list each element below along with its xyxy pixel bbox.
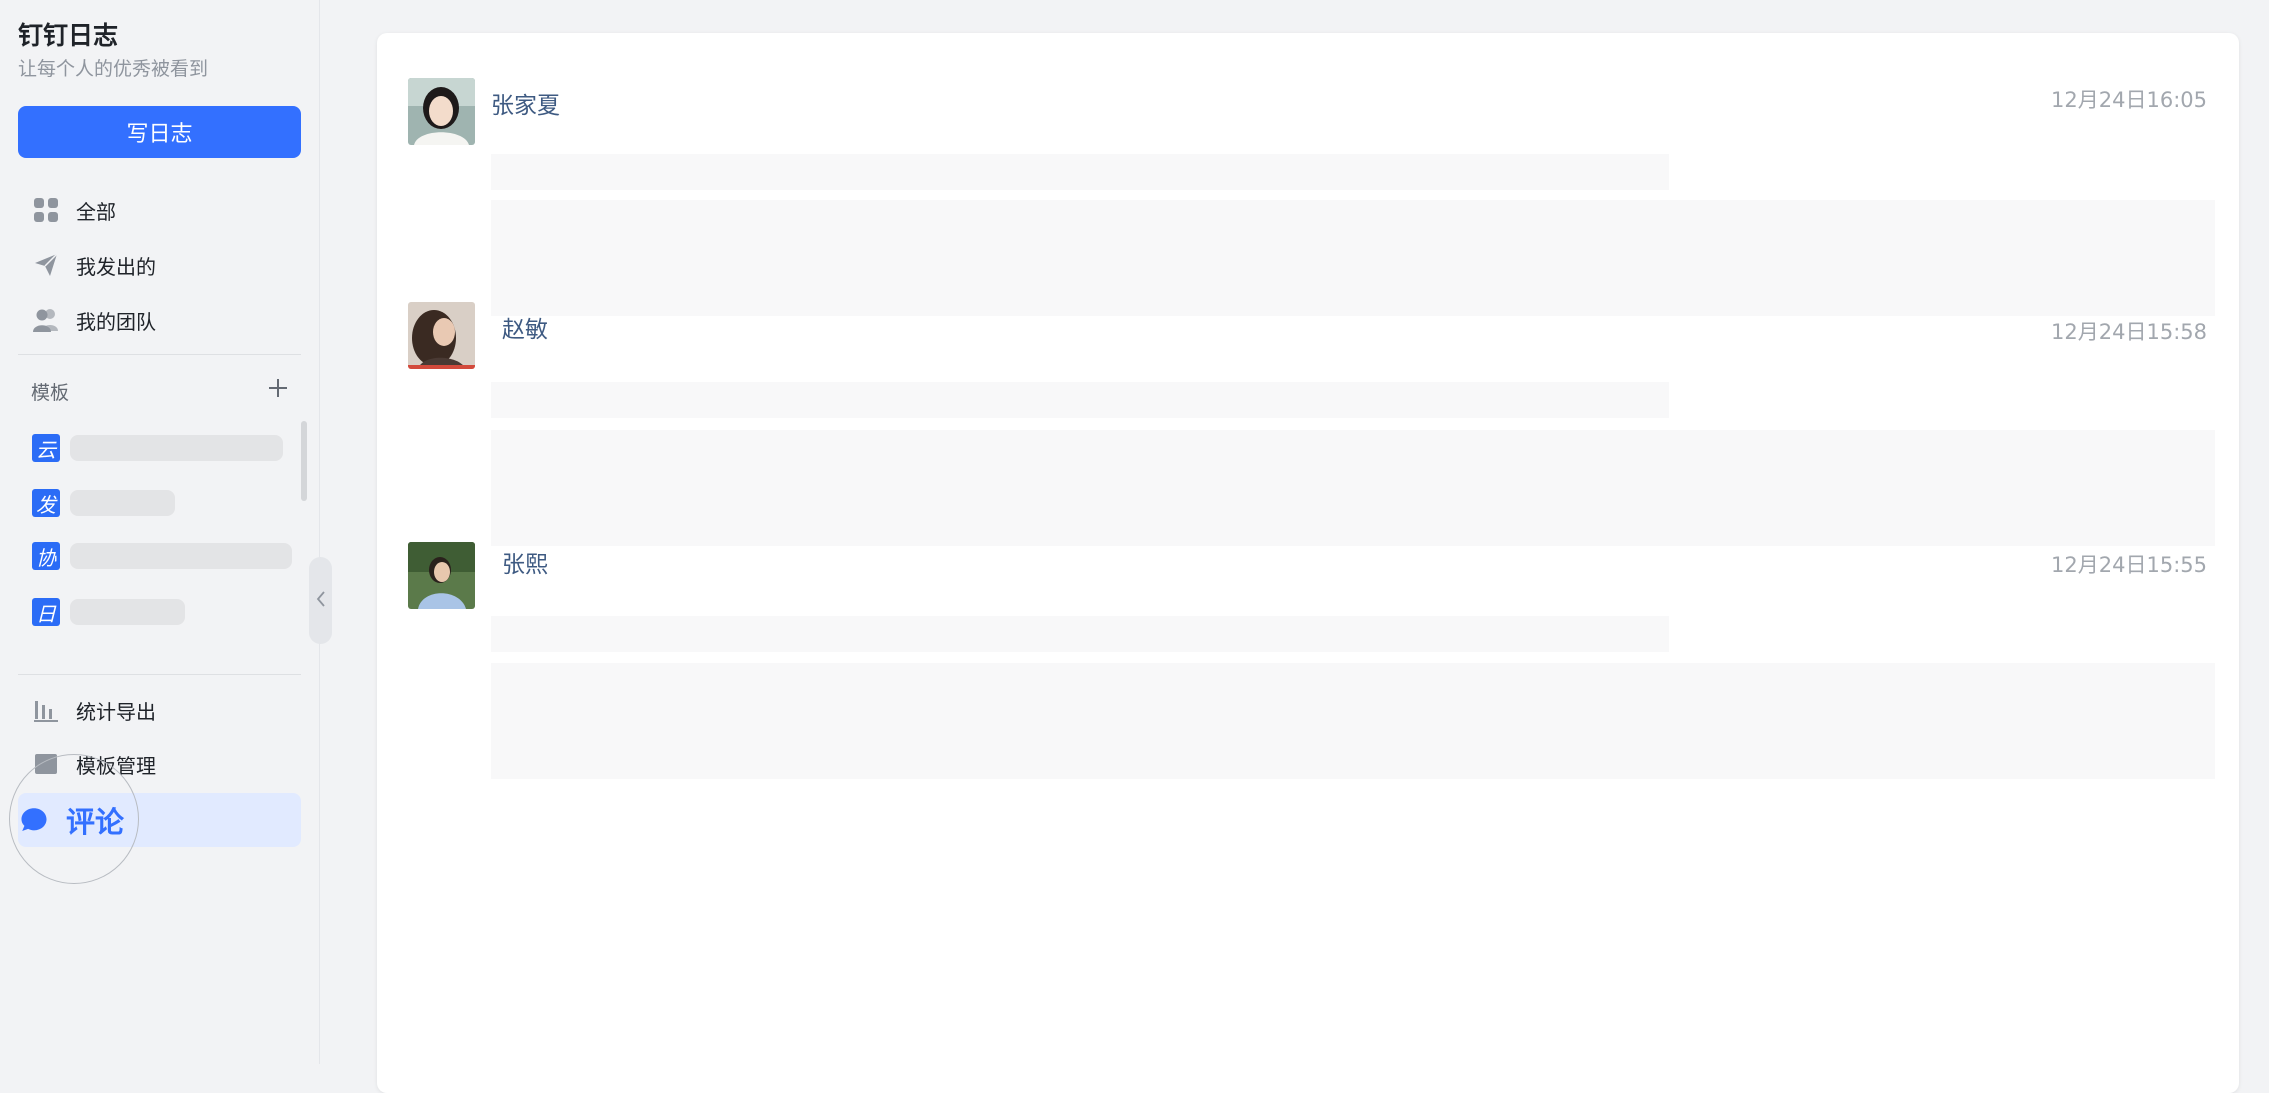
nav-item-stats-export[interactable]: 统计导出 <box>18 684 301 736</box>
grid-icon <box>32 196 60 224</box>
bar-chart-icon <box>32 696 60 724</box>
template-item[interactable]: 发 <box>32 488 175 518</box>
write-log-button[interactable]: 写日志 <box>18 106 301 158</box>
app-subtitle: 让每个人的优秀被看到 <box>18 58 209 80</box>
template-name-placeholder <box>70 435 283 461</box>
log-timestamp: 12月24日15:55 <box>2051 553 2207 577</box>
nav-label-all: 全部 <box>76 199 116 224</box>
team-icon <box>32 306 60 334</box>
log-list-card: 张家夏 12月24日16:05 赵敏 12月24日15:58 张熙 12月24日… <box>377 33 2239 1093</box>
sidebar-divider <box>18 354 301 355</box>
chevron-left-icon <box>315 589 327 613</box>
log-title-placeholder <box>491 154 1669 190</box>
log-content-placeholder <box>491 200 2215 316</box>
log-timestamp: 12月24日16:05 <box>2051 88 2207 112</box>
template-name-placeholder <box>70 599 185 625</box>
template-item[interactable]: 日 <box>32 597 185 627</box>
template-badge: 云 <box>32 434 60 462</box>
nav-label-team: 我的团队 <box>76 309 156 334</box>
avatar[interactable] <box>408 542 475 609</box>
paper-plane-icon <box>32 251 60 279</box>
template-name-placeholder <box>70 490 175 516</box>
app-title: 钉钉日志 <box>18 21 119 50</box>
avatar[interactable] <box>408 78 475 145</box>
nav-item-team[interactable]: 我的团队 <box>18 294 301 346</box>
nav-item-all[interactable]: 全部 <box>18 184 301 236</box>
log-title-placeholder <box>491 616 1669 652</box>
comment-bubble-icon <box>20 806 48 834</box>
template-name-placeholder <box>70 543 292 569</box>
log-content-placeholder <box>491 430 2215 546</box>
avatar[interactable] <box>408 302 475 369</box>
nav-label-sent: 我发出的 <box>76 254 156 279</box>
nav-label-comment: 评论 <box>66 805 125 839</box>
template-badge: 日 <box>32 598 60 626</box>
log-author-name[interactable]: 赵敏 <box>502 310 548 344</box>
template-badge: 协 <box>32 542 60 570</box>
log-title-placeholder <box>491 382 1669 418</box>
add-template-icon[interactable] <box>266 376 290 400</box>
nav-item-template-manage[interactable]: 模板管理 <box>18 738 301 790</box>
nav-item-sent[interactable]: 我发出的 <box>18 239 301 291</box>
nav-item-comment[interactable]: 评论 <box>18 793 301 847</box>
log-author-name[interactable]: 张熙 <box>502 545 548 579</box>
log-author-name[interactable]: 张家夏 <box>491 86 560 120</box>
sidebar-divider <box>18 674 301 675</box>
template-item[interactable]: 云 <box>32 433 283 463</box>
log-content-placeholder <box>491 663 2215 779</box>
log-timestamp: 12月24日15:58 <box>2051 320 2207 344</box>
sidebar: 钉钉日志 让每个人的优秀被看到 写日志 全部 我发出的 我的团队 模板 云 发 … <box>0 0 320 1064</box>
templates-section-label: 模板 <box>31 382 70 404</box>
nav-label-stats-export: 统计导出 <box>76 699 156 724</box>
sidebar-collapse-handle[interactable] <box>309 557 332 644</box>
template-badge: 发 <box>32 489 60 517</box>
nav-label-template-manage: 模板管理 <box>76 753 156 778</box>
templates-scrollbar[interactable] <box>301 421 307 501</box>
template-manage-icon <box>32 750 60 778</box>
template-item[interactable]: 协 <box>32 541 292 571</box>
